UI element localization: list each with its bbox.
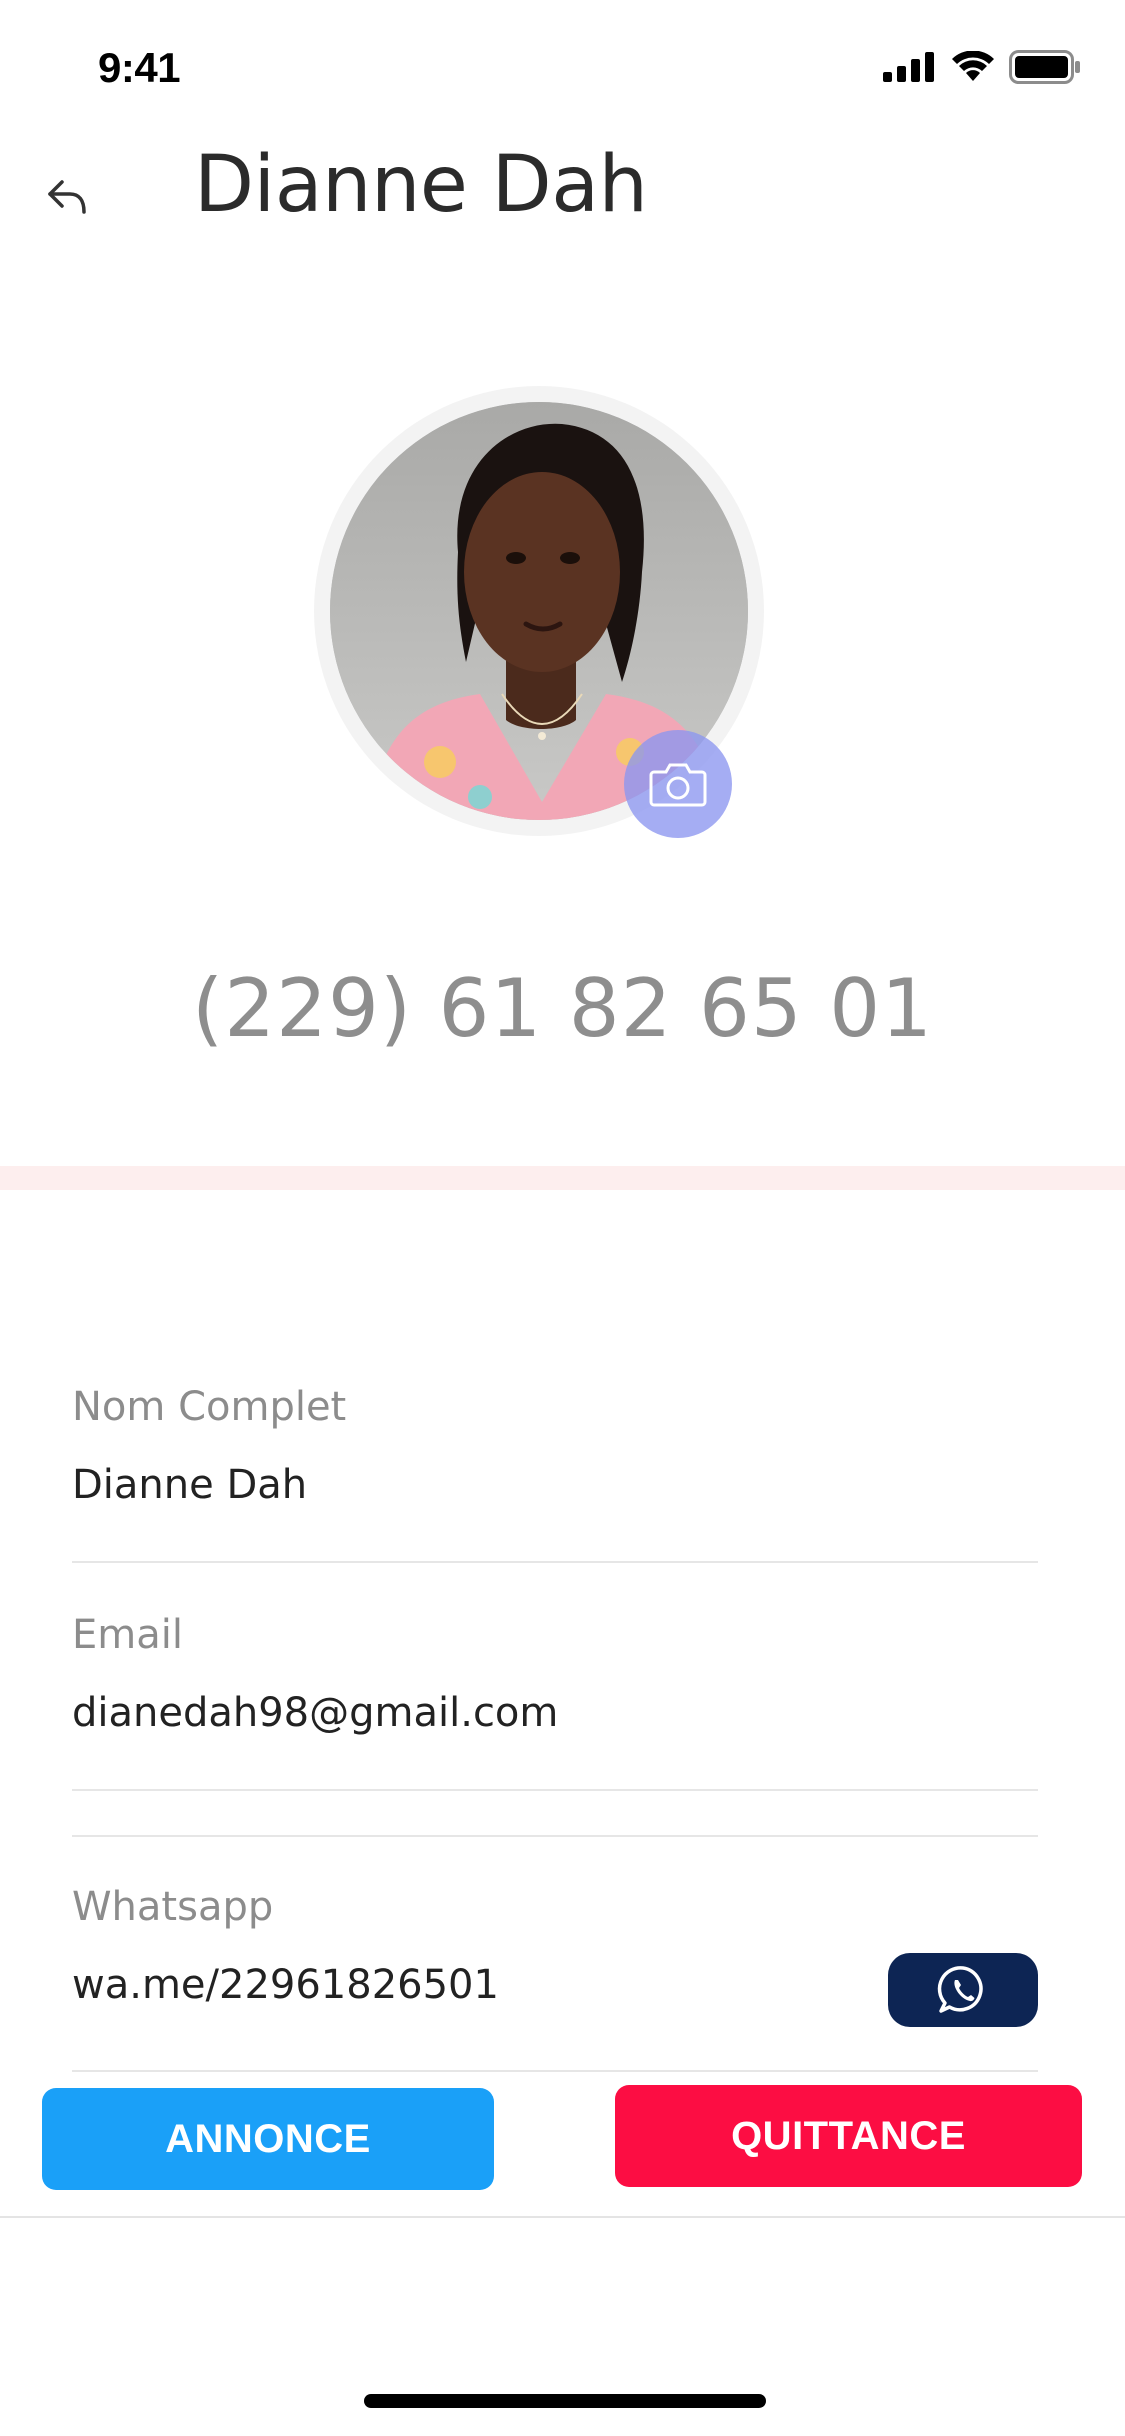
change-photo-button[interactable] <box>624 730 732 838</box>
fullname-value: Dianne Dah <box>72 1462 308 1508</box>
page-title: Dianne Dah <box>194 140 648 230</box>
field-divider <box>72 1561 1038 1563</box>
phone-number-display: (229) 61 82 65 01 <box>191 962 934 1055</box>
annonce-button[interactable]: ANNONCE <box>42 2088 494 2190</box>
whatsapp-icon <box>937 1966 983 2013</box>
section-divider <box>0 1166 1125 1190</box>
field-divider <box>72 2070 1038 2072</box>
contact-detail-screen: 9:41 Dianne Dah (229) 61 82 65 01 Nom Co… <box>0 0 1125 2436</box>
whatsapp-label: Whatsapp <box>72 1884 274 1930</box>
email-label: Email <box>72 1612 183 1658</box>
camera-icon <box>649 763 707 807</box>
wifi-icon <box>952 51 994 81</box>
signal-icon <box>883 52 934 82</box>
status-time: 9:41 <box>98 44 181 91</box>
back-button[interactable] <box>42 170 94 222</box>
status-icons <box>883 50 1081 84</box>
home-indicator[interactable] <box>364 2394 766 2408</box>
battery-icon <box>1009 50 1080 84</box>
back-arrow-icon <box>48 180 86 214</box>
field-divider <box>72 1789 1038 1791</box>
fullname-label: Nom Complet <box>72 1384 347 1430</box>
field-divider <box>72 1835 1038 1837</box>
quittance-button[interactable]: QUITTANCE <box>615 2085 1082 2187</box>
whatsapp-value: wa.me/22961826501 <box>72 1962 499 2008</box>
email-value: dianedah98@gmail.com <box>72 1690 559 1736</box>
whatsapp-button[interactable] <box>888 1953 1038 2027</box>
